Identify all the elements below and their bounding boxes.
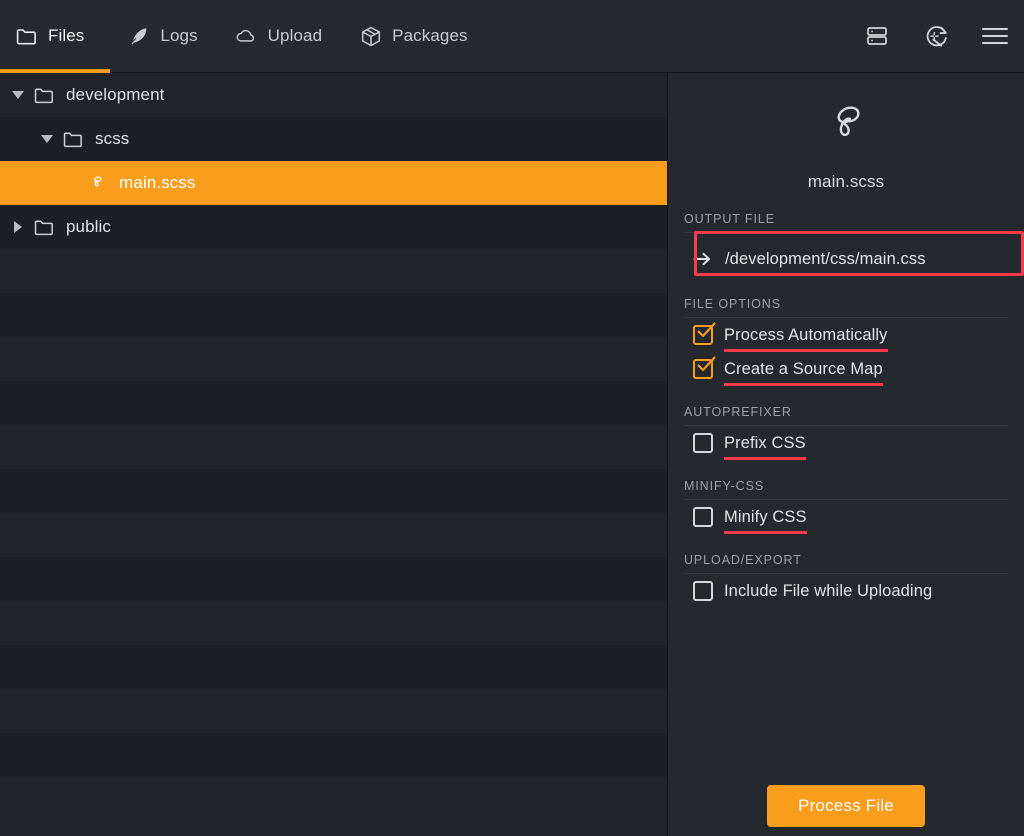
folder-icon <box>34 217 54 237</box>
checkbox-unchecked-icon[interactable] <box>693 433 713 453</box>
file-tree-empty-row <box>0 601 667 645</box>
option-section: MINIFY-CSS Minify CSS <box>684 479 1008 534</box>
file-tree-empty-row <box>0 689 667 733</box>
tab-label: Upload <box>267 26 323 45</box>
file-tree-empty-row <box>0 513 667 557</box>
server-icon[interactable] <box>862 21 892 51</box>
tab-packages[interactable]: Packages <box>342 0 487 73</box>
chevron-down-icon[interactable] <box>11 89 24 102</box>
file-tree-label: main.scss <box>119 173 196 192</box>
option-label: Include File while Uploading <box>724 581 933 600</box>
tab-label: Packages <box>392 26 468 45</box>
option-label: Minify CSS <box>724 507 807 534</box>
option-row[interactable]: Prefix CSS <box>684 426 1008 460</box>
feather-icon <box>128 26 149 47</box>
option-row[interactable]: Minify CSS <box>684 500 1008 534</box>
file-tree-row[interactable]: public <box>0 205 667 249</box>
folder-icon <box>63 129 83 149</box>
sass-icon <box>815 95 877 157</box>
file-tree-empty-row <box>0 249 667 293</box>
file-details-panel: main.scss OUTPUT FILE /development/css/m… <box>668 73 1024 836</box>
app-window: Files Logs Upload Packages development s… <box>0 0 1024 836</box>
top-toolbar: Files Logs Upload Packages <box>0 0 1024 73</box>
file-tree[interactable]: development scss main.scss public <box>0 73 667 836</box>
output-file-section-label: OUTPUT FILE <box>684 212 1008 233</box>
package-icon <box>360 26 381 47</box>
section-label: UPLOAD/EXPORT <box>684 553 1008 574</box>
file-tree-empty-row <box>0 557 667 601</box>
arrow-right-icon <box>692 249 712 269</box>
output-file-path: /development/css/main.css <box>725 249 926 268</box>
output-file-value[interactable]: /development/css/main.css <box>684 240 1008 278</box>
section-label: FILE OPTIONS <box>684 297 1008 318</box>
file-tree-row[interactable]: scss <box>0 117 667 161</box>
section-label: AUTOPREFIXER <box>684 405 1008 426</box>
file-tree-empty-row <box>0 293 667 337</box>
chevron-down-icon[interactable] <box>40 133 53 146</box>
option-row[interactable]: Process Automatically <box>684 318 1008 352</box>
file-tree-label: development <box>66 85 165 104</box>
file-hero: main.scss <box>684 73 1008 192</box>
file-tree-empty-row <box>0 381 667 425</box>
option-label: Process Automatically <box>724 325 888 352</box>
chevron-right-icon[interactable] <box>11 221 24 234</box>
process-file-button[interactable]: Process File <box>767 785 925 827</box>
section-label: MINIFY-CSS <box>684 479 1008 500</box>
tab-label: Files <box>48 26 85 45</box>
option-row[interactable]: Include File while Uploading <box>684 574 1008 608</box>
tab-label: Logs <box>160 26 198 45</box>
file-tree-label: public <box>66 217 112 236</box>
main-tabs: Files Logs Upload Packages <box>0 0 488 73</box>
sass-icon <box>87 173 107 193</box>
option-section: FILE OPTIONS Process Automatically Create … <box>684 297 1008 386</box>
option-label: Prefix CSS <box>724 433 806 460</box>
option-section: AUTOPREFIXER Prefix CSS <box>684 405 1008 460</box>
toolbar-actions <box>862 21 1024 51</box>
output-file-section: OUTPUT FILE /development/css/main.css <box>684 212 1024 278</box>
tab-upload[interactable]: Upload <box>218 0 342 73</box>
magic-wand-refresh-icon[interactable] <box>921 21 951 51</box>
file-tree-empty-row <box>0 337 667 381</box>
twisty-placeholder <box>64 177 77 190</box>
file-tree-empty-row <box>0 733 667 777</box>
cloud-icon <box>236 26 257 47</box>
tab-logs[interactable]: Logs <box>110 0 217 73</box>
checkbox-unchecked-icon[interactable] <box>693 581 713 601</box>
option-row[interactable]: Create a Source Map <box>684 352 1008 386</box>
file-tree-empty-row <box>0 425 667 469</box>
checkbox-unchecked-icon[interactable] <box>693 507 713 527</box>
tab-files[interactable]: Files <box>0 0 111 73</box>
folder-icon <box>34 85 54 105</box>
option-sections: FILE OPTIONS Process Automatically Create … <box>684 297 1008 608</box>
checkbox-checked-icon[interactable] <box>693 356 716 379</box>
hamburger-menu-icon[interactable] <box>980 21 1010 51</box>
option-section: UPLOAD/EXPORT Include File while Uploadin… <box>684 553 1008 608</box>
option-label: Create a Source Map <box>724 359 883 386</box>
file-tree-row[interactable]: development <box>0 73 667 117</box>
file-tree-empty-row <box>0 777 667 821</box>
file-tree-empty-row <box>0 469 667 513</box>
file-tree-row[interactable]: main.scss <box>0 161 667 205</box>
file-tree-label: scss <box>95 129 130 148</box>
file-name: main.scss <box>807 172 885 191</box>
folder-icon <box>16 26 37 47</box>
file-tree-empty-row <box>0 645 667 689</box>
checkbox-checked-icon[interactable] <box>693 322 716 345</box>
process-button-container: Process File <box>668 785 1024 827</box>
